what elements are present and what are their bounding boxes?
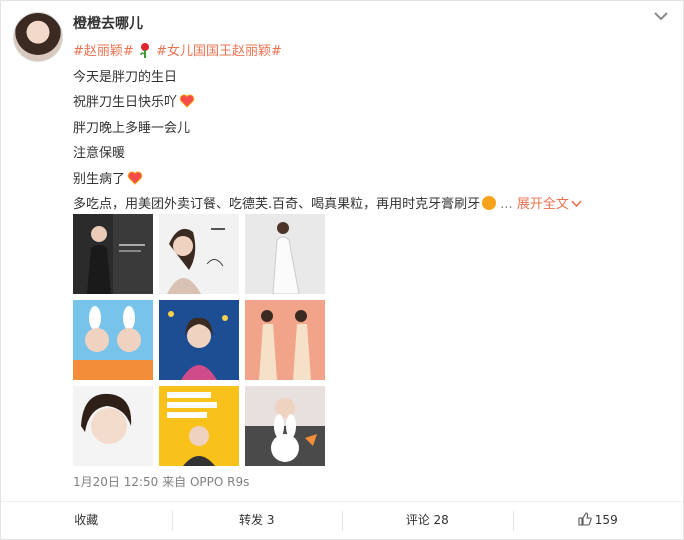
grin-emoji [482,196,497,210]
photo-thumbnail-6[interactable] [245,300,325,380]
expand-label: 展开全文 [516,197,569,212]
comment-label: 评论 28 [405,513,449,527]
rose-icon [138,42,152,58]
post-line-6-text: 多吃点，用美团外卖订餐、吃德芙.百奇、喝真果粒，再用时克牙膏刷牙 [73,197,481,212]
user-avatar[interactable] [13,12,63,62]
post-text: #赵丽颖# #女儿国国王赵丽颖# 今天是胖刀的生日 祝胖刀生日快乐吖 胖刀晚上多… [73,39,663,218]
post-line-5-text: 别生病了 [73,171,126,187]
post-line-3: 胖刀晚上多睡一会儿 [73,120,191,136]
post-line-5: 别生病了 [73,167,663,193]
repost-button[interactable]: 转发 3 [171,502,343,540]
favorite-label: 收藏 [74,513,99,527]
post-line-2-text: 祝胖刀生日快乐吖 [73,95,178,110]
favorite-button[interactable]: 收藏 [1,502,172,540]
photo-thumbnail-5[interactable] [159,300,239,380]
post-line-2: 祝胖刀生日快乐吖 [73,90,663,116]
topic-line: #赵丽颖# #女儿国国王赵丽颖# [73,39,663,65]
photo-thumbnail-4[interactable] [73,300,153,380]
photo-thumbnail-1[interactable] [73,214,153,294]
heart-emoji [179,92,195,108]
post-device[interactable]: OPPO R9s [190,475,249,489]
user-name[interactable]: 橙橙去哪儿 [73,13,143,33]
topic-link-1[interactable]: #赵丽颖# [73,44,134,59]
expand-full-text-link[interactable]: 展开全文 [517,197,582,212]
photo-thumbnail-3[interactable] [245,214,325,294]
photo-thumbnail-9[interactable] [245,386,325,466]
post-line-4: 注意保暖 [73,146,126,161]
comment-button[interactable]: 评论 28 [342,502,513,540]
weibo-post-card: 橙橙去哪儿 #赵丽颖# #女儿国国王赵丽颖# 今天是胖刀的生日 祝胖刀生日快乐吖… [0,0,684,540]
topic-link-2[interactable]: #女儿国国王赵丽颖# [156,44,282,59]
thumbs-up-icon [578,512,592,526]
action-bar: 收藏 转发 3 评论 28 159 [1,501,683,540]
chevron-down-icon[interactable] [651,9,671,25]
photo-thumbnail-8[interactable] [159,386,239,466]
photo-thumbnail-7[interactable] [73,386,153,466]
ellipsis: ... [496,197,517,212]
chevron-down-icon [571,200,582,208]
like-count: 159 [594,513,618,527]
like-button[interactable]: 159 [512,502,684,540]
heart-emoji [127,169,143,185]
post-meta: 1月20日 12:50 来自 OPPO R9s [73,473,249,490]
repost-label: 转发 3 [239,513,275,527]
post-line-1: 今天是胖刀的生日 [73,69,178,85]
photo-thumbnail-2[interactable] [159,214,239,294]
post-source-prefix: 来自 [162,475,187,489]
post-time[interactable]: 1月20日 12:50 [73,475,158,489]
